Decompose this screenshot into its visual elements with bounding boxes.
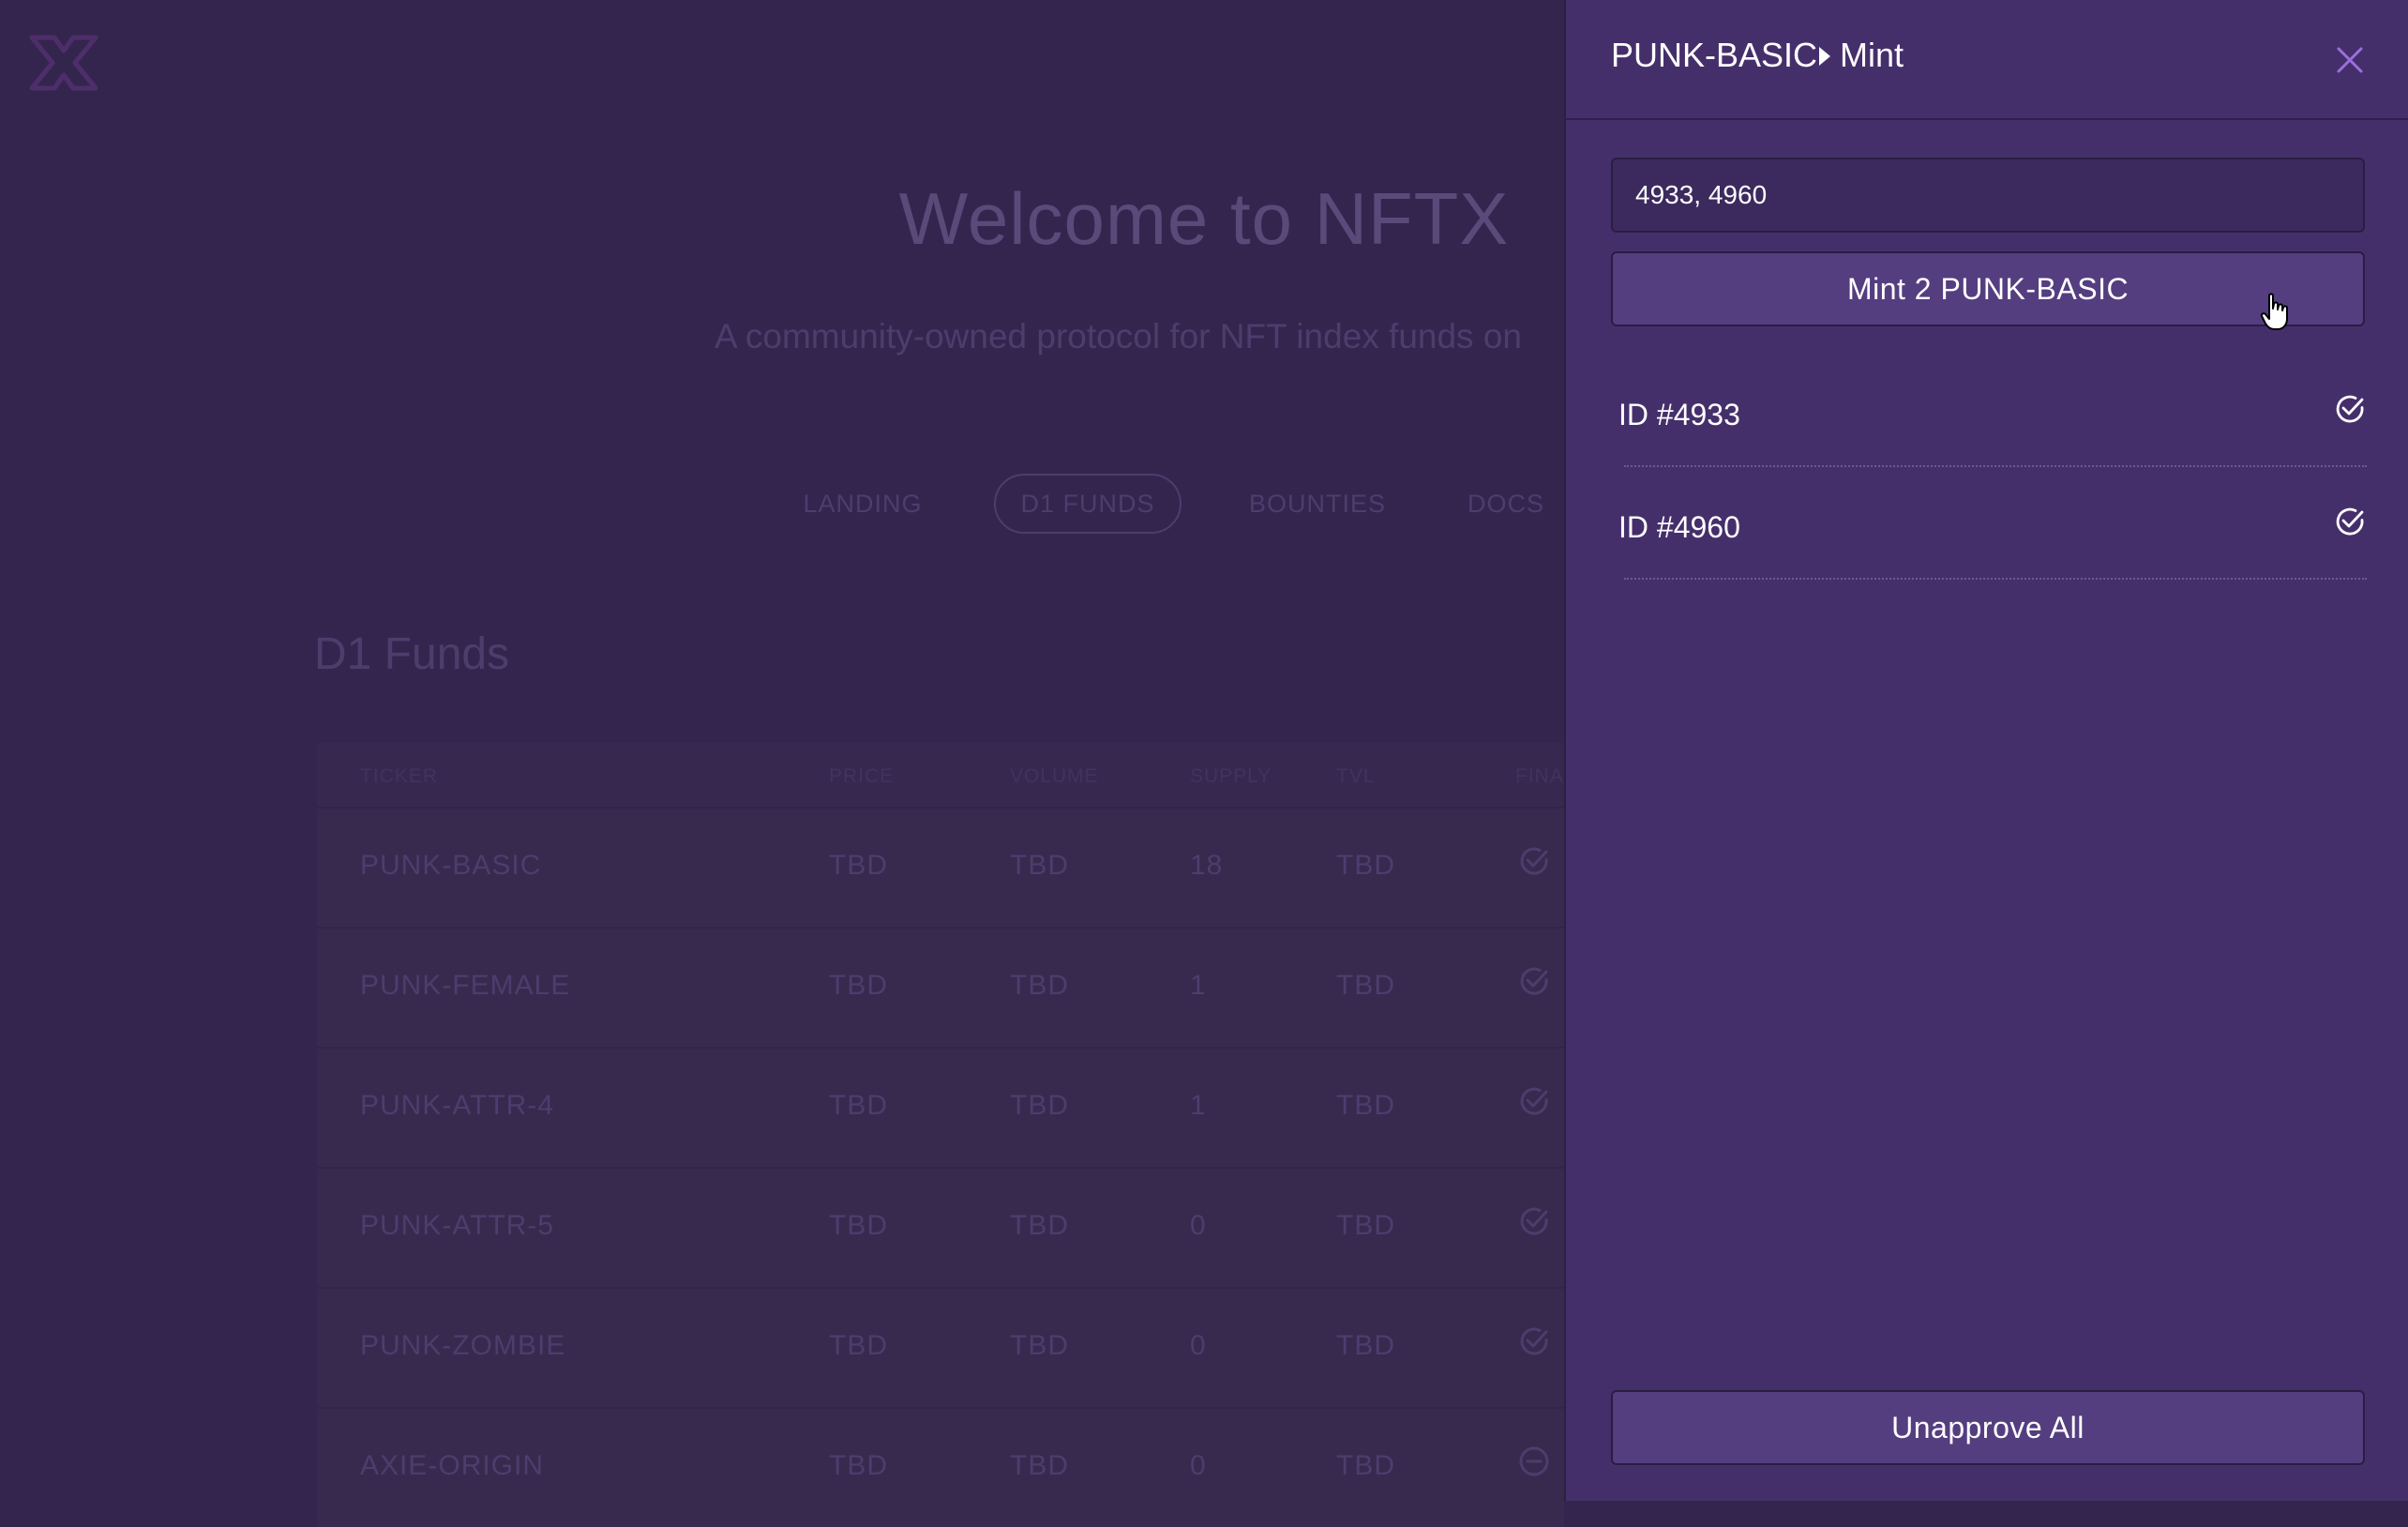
tvl-cell: TBD: [1336, 850, 1395, 881]
ticker-cell: PUNK-ATTR-4: [360, 1090, 555, 1121]
breadcrumb-fund: PUNK-BASIC: [1611, 36, 1818, 74]
tvl-cell: TBD: [1336, 970, 1395, 1001]
price-cell: TBD: [829, 970, 888, 1001]
supply-cell: 0: [1190, 1210, 1207, 1241]
price-cell: TBD: [829, 1450, 888, 1481]
price-cell: TBD: [829, 1210, 888, 1241]
pointer-cursor-icon: [2260, 293, 2288, 330]
volume-cell: TBD: [1010, 970, 1069, 1001]
check-circle-icon: [1520, 847, 1548, 875]
unapprove-all-button[interactable]: Unapprove All: [1611, 1390, 2365, 1465]
volume-cell: TBD: [1010, 1330, 1069, 1361]
list-item: ID #4960: [1618, 467, 2367, 580]
volume-cell: TBD: [1010, 1450, 1069, 1481]
table-row[interactable]: PUNK-ATTR-5 TBD TBD 0 TBD: [317, 1167, 1564, 1287]
ticker-cell: PUNK-FEMALE: [360, 970, 571, 1001]
list-item: ID #4933: [1618, 355, 2367, 467]
token-id-label: ID #4960: [1618, 510, 1740, 544]
nav-item-d1-funds[interactable]: D1 FUNDS: [994, 474, 1181, 534]
nav-item-landing[interactable]: LANDING: [786, 474, 940, 534]
supply-cell: 0: [1190, 1450, 1207, 1481]
ticker-cell: PUNK-ZOMBIE: [360, 1330, 566, 1361]
table-row[interactable]: PUNK-FEMALE TBD TBD 1 TBD: [317, 927, 1564, 1047]
column-header-supply[interactable]: SUPPLY: [1190, 765, 1272, 788]
supply-cell: 1: [1190, 970, 1207, 1001]
column-header-ticker[interactable]: TICKER: [360, 765, 438, 788]
ticker-cell: AXIE-ORIGIN: [360, 1450, 545, 1481]
nav-item-bounties[interactable]: BOUNTIES: [1234, 474, 1401, 534]
volume-cell: TBD: [1010, 1210, 1069, 1241]
price-cell: TBD: [829, 1090, 888, 1121]
ticker-cell: PUNK-BASIC: [360, 850, 542, 881]
check-circle-icon: [1520, 967, 1548, 995]
funds-table: TICKER PRICE VOLUME SUPPLY TVL FINA PUNK…: [317, 743, 1564, 1527]
ticker-cell: PUNK-ATTR-5: [360, 1210, 555, 1241]
table-row[interactable]: PUNK-ZOMBIE TBD TBD 0 TBD: [317, 1287, 1564, 1407]
tvl-cell: TBD: [1336, 1210, 1395, 1241]
check-circle-icon: [1520, 1207, 1548, 1235]
volume-cell: TBD: [1010, 850, 1069, 881]
column-header-tvl[interactable]: TVL: [1336, 765, 1376, 788]
column-header-price[interactable]: PRICE: [829, 765, 894, 788]
price-cell: TBD: [829, 850, 888, 881]
tvl-cell: TBD: [1336, 1090, 1395, 1121]
supply-cell: 1: [1190, 1090, 1207, 1121]
panel-header: PUNK-BASIC Mint: [1566, 0, 2408, 120]
table-row[interactable]: PUNK-ATTR-4 TBD TBD 1 TBD: [317, 1047, 1564, 1167]
check-circle-icon: [1520, 1087, 1548, 1115]
caret-right-icon: [1819, 47, 1830, 66]
table-row[interactable]: AXIE-ORIGIN TBD TBD 0 TBD: [317, 1407, 1564, 1527]
token-ids-input[interactable]: [1611, 158, 2365, 233]
supply-cell: 0: [1190, 1330, 1207, 1361]
table-header: TICKER PRICE VOLUME SUPPLY TVL FINA: [317, 743, 1564, 807]
price-cell: TBD: [829, 1330, 888, 1361]
mint-panel: PUNK-BASIC Mint Mint 2 PUNK-BASIC ID #49…: [1564, 0, 2408, 1501]
close-icon[interactable]: [2335, 45, 2365, 75]
token-id-label: ID #4933: [1618, 398, 1740, 431]
tvl-cell: TBD: [1336, 1450, 1395, 1481]
column-header-volume[interactable]: VOLUME: [1010, 765, 1099, 788]
column-header-final[interactable]: FINA: [1515, 765, 1564, 788]
breadcrumb-action: Mint: [1840, 36, 1904, 74]
check-circle-icon: [2336, 507, 2364, 536]
tvl-cell: TBD: [1336, 1330, 1395, 1361]
check-circle-icon: [1520, 1327, 1548, 1355]
nav-item-docs[interactable]: DOCS: [1459, 474, 1553, 534]
supply-cell: 18: [1190, 850, 1224, 881]
table-row[interactable]: PUNK-BASIC TBD TBD 18 TBD: [317, 807, 1564, 927]
mint-button[interactable]: Mint 2 PUNK-BASIC: [1611, 251, 2365, 326]
minus-circle-icon: [1519, 1446, 1549, 1476]
nftx-logo-icon[interactable]: [26, 32, 101, 94]
check-circle-icon: [2336, 395, 2364, 423]
volume-cell: TBD: [1010, 1090, 1069, 1121]
section-title: D1 Funds: [314, 629, 510, 679]
